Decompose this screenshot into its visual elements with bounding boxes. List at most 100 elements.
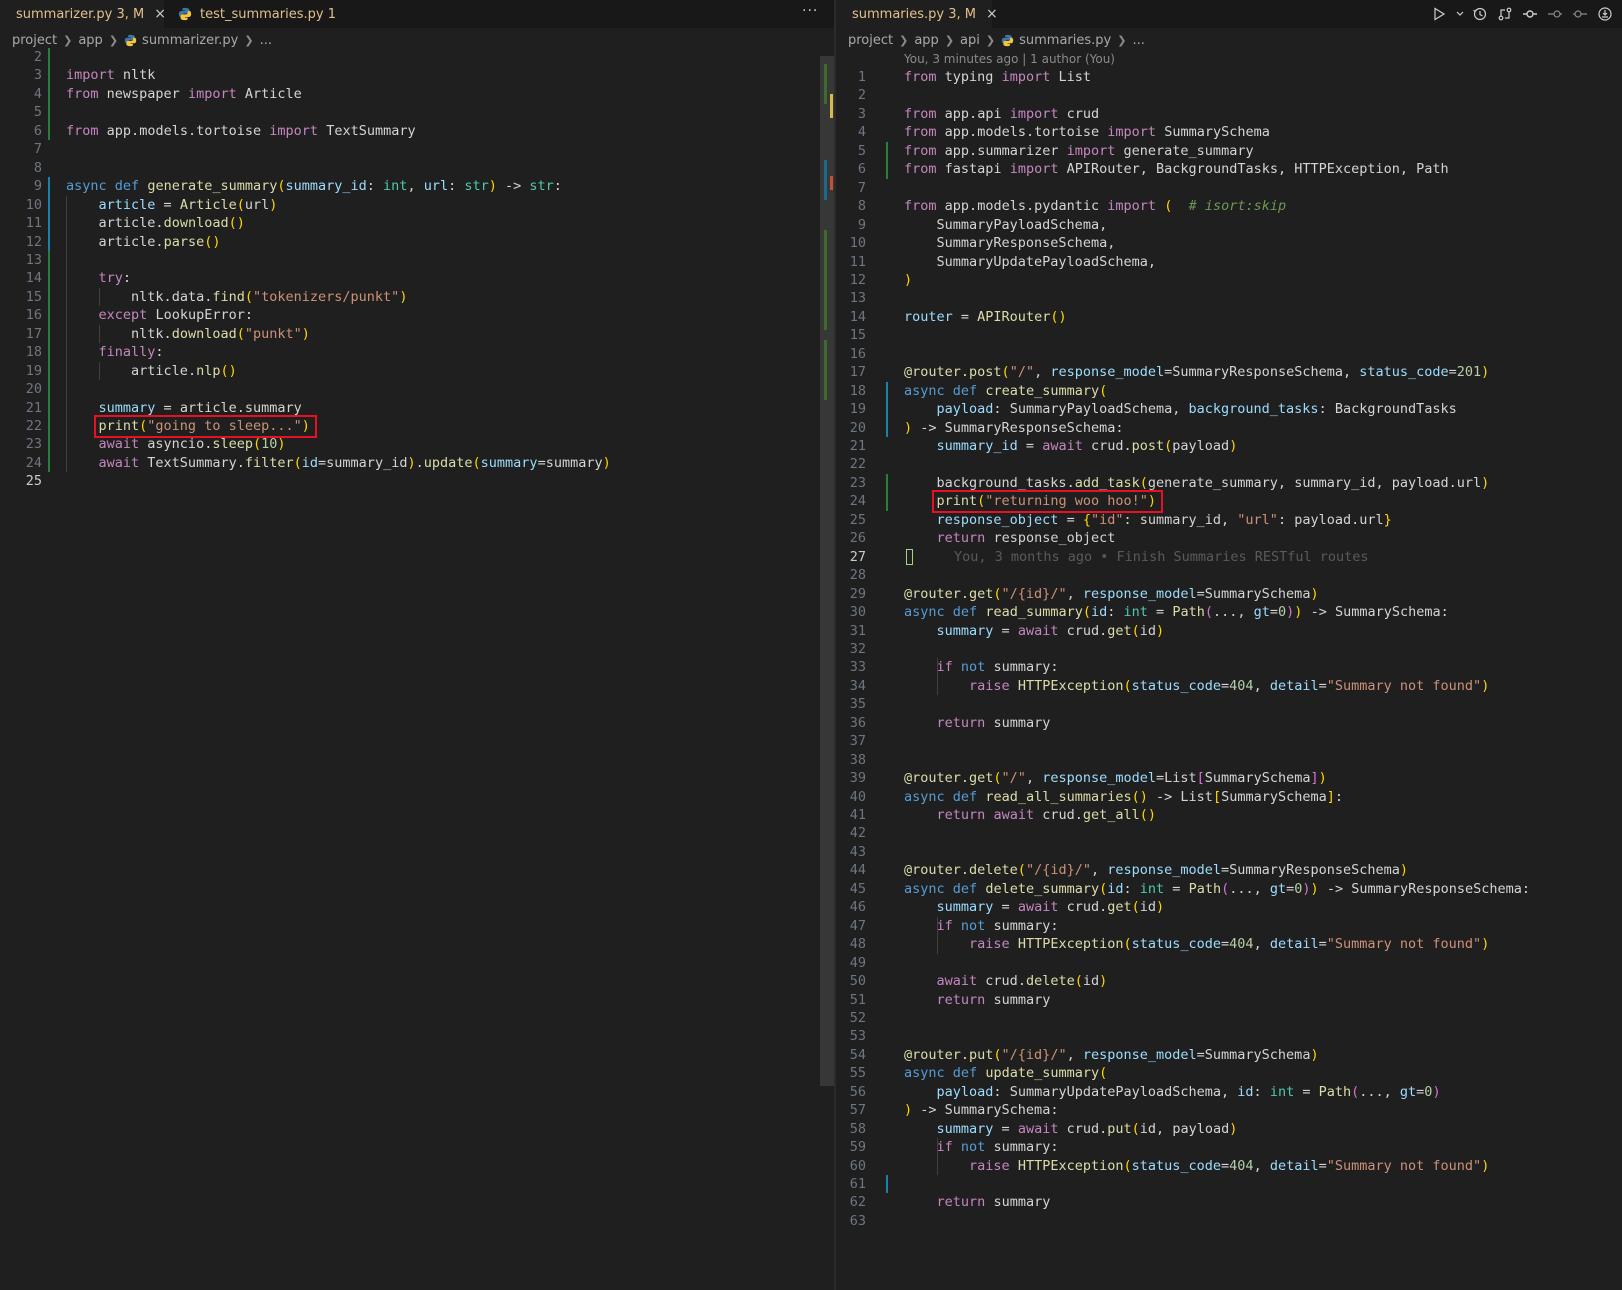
code-text[interactable]: print("returning woo hoo!") — [904, 492, 1156, 511]
code-line[interactable]: 30 async def read_summary(id: int = Path(… — [836, 603, 1622, 622]
code-text[interactable]: return await crud.get_all() — [904, 806, 1157, 825]
breadcrumb-item[interactable]: ... — [260, 33, 272, 48]
code-line[interactable]: 8 from app.models.pydantic import ( # iso… — [836, 197, 1622, 216]
code-text[interactable]: from app.models.tortoise import TextSumm… — [66, 122, 416, 141]
code-line[interactable]: 31 summary = await crud.get(id) — [836, 622, 1622, 641]
code-text[interactable]: SummaryPayloadSchema, — [904, 216, 1108, 235]
blame-toggle-icon[interactable] — [1597, 6, 1613, 22]
code-line[interactable]: 25 — [0, 472, 818, 491]
gutter-change-indicator[interactable] — [886, 473, 888, 511]
previous-change-icon[interactable] — [1547, 6, 1563, 22]
code-line[interactable]: 18 async def create_summary( — [836, 382, 1622, 401]
code-line[interactable]: 38 — [836, 751, 1622, 770]
code-line[interactable]: 59 if not summary: — [836, 1138, 1622, 1157]
code-line[interactable]: 7 — [836, 179, 1622, 198]
code-text[interactable]: nltk.download("punkt") — [66, 325, 310, 344]
code-text[interactable]: @router.delete("/{id}/", response_model=… — [904, 861, 1408, 880]
code-line[interactable]: 63 — [836, 1212, 1622, 1231]
code-text[interactable]: article.download() — [66, 214, 245, 233]
tab-summarizer-py[interactable]: summarizer.py 3, M × — [0, 0, 166, 28]
code-text[interactable]: response_object = {"id": summary_id, "ur… — [904, 511, 1392, 530]
code-text[interactable]: if not summary: — [904, 1138, 1059, 1157]
code-line[interactable]: 12 article.parse() — [0, 233, 818, 252]
code-line[interactable]: 20 — [0, 380, 818, 399]
code-line[interactable]: 56 payload: SummaryUpdatePayloadSchema, … — [836, 1083, 1622, 1102]
code-line[interactable]: 23 background_tasks.add_task(generate_su… — [836, 474, 1622, 493]
code-text[interactable]: summary_id = await crud.post(payload) — [904, 437, 1238, 456]
code-line[interactable]: 10 SummaryResponseSchema, — [836, 234, 1622, 253]
code-text[interactable]: return response_object — [904, 529, 1116, 548]
code-line[interactable]: 5 from app.summarizer import generate_sum… — [836, 142, 1622, 161]
code-line[interactable]: 27 You, 3 months ago • Finish Summaries R… — [836, 548, 1622, 567]
code-line[interactable]: 12) — [836, 271, 1622, 290]
code-line[interactable]: 52 — [836, 1009, 1622, 1028]
code-text[interactable]: raise HTTPException(status_code=404, det… — [904, 1157, 1489, 1176]
code-text[interactable]: from app.models.tortoise import SummaryS… — [904, 123, 1270, 142]
code-line[interactable]: 19 payload: SummaryPayloadSchema, backgr… — [836, 400, 1622, 419]
code-line[interactable]: 45 async def delete_summary(id: int = Pat… — [836, 880, 1622, 899]
code-line[interactable]: 8 — [0, 159, 818, 178]
code-line[interactable]: 60 raise HTTPException(status_code=404, … — [836, 1157, 1622, 1176]
code-line[interactable]: 16 — [836, 345, 1622, 364]
code-line[interactable]: 32 — [836, 640, 1622, 659]
code-line[interactable]: 29 @router.get("/{id}/", response_model=S… — [836, 585, 1622, 604]
code-line[interactable]: 11 article.download() — [0, 214, 818, 233]
code-text[interactable]: await TextSummary.filter(id=summary_id).… — [66, 454, 611, 473]
code-line[interactable]: 28 — [836, 566, 1622, 585]
code-line[interactable]: 13 — [836, 289, 1622, 308]
code-line[interactable]: 19 article.nlp() — [0, 362, 818, 381]
code-text[interactable]: payload: SummaryUpdatePayloadSchema, id:… — [904, 1083, 1441, 1102]
code-text[interactable]: await asyncio.sleep(10) — [66, 435, 286, 454]
code-line[interactable]: 62 return summary — [836, 1193, 1622, 1212]
code-text[interactable]: @router.put("/{id}/", response_model=Sum… — [904, 1046, 1319, 1065]
code-text[interactable]: raise HTTPException(status_code=404, det… — [904, 677, 1489, 696]
code-line[interactable]: 3 import nltk — [0, 66, 818, 85]
code-line[interactable]: 41 return await crud.get_all() — [836, 806, 1622, 825]
code-line[interactable]: 3 from app.api import crud — [836, 105, 1622, 124]
code-text[interactable]: return summary — [904, 714, 1051, 733]
code-text[interactable]: background_tasks.add_task(generate_summa… — [904, 474, 1490, 493]
code-line[interactable]: 5 — [0, 103, 818, 122]
code-line[interactable]: 48 raise HTTPException(status_code=404, … — [836, 935, 1622, 954]
code-text[interactable]: router = APIRouter() — [904, 308, 1067, 327]
code-line[interactable]: 34 raise HTTPException(status_code=404, … — [836, 677, 1622, 696]
code-text[interactable]: return summary — [904, 991, 1051, 1010]
code-line[interactable]: 6 from app.models.tortoise import TextSum… — [0, 122, 818, 141]
vertical-scrollbar[interactable] — [820, 56, 834, 1086]
close-tab-icon[interactable]: × — [154, 6, 166, 22]
code-text[interactable]: payload: SummaryPayloadSchema, backgroun… — [904, 400, 1457, 419]
code-line[interactable]: 2 — [836, 86, 1622, 105]
code-line[interactable]: 25 response_object = {"id": summary_id, … — [836, 511, 1622, 530]
code-line[interactable]: 4 from newspaper import Article — [0, 85, 818, 104]
code-line[interactable]: 53 — [836, 1027, 1622, 1046]
code-text[interactable]: @router.get("/", response_model=List[Sum… — [904, 769, 1327, 788]
code-line[interactable]: 39 @router.get("/", response_model=List[S… — [836, 769, 1622, 788]
code-text[interactable]: if not summary: — [904, 658, 1059, 677]
code-line[interactable]: 6 from fastapi import APIRouter, Backgrou… — [836, 160, 1622, 179]
code-editor[interactable]: 2 3 import nltk 4 from newspaper import Arti… — [0, 48, 818, 491]
code-line[interactable]: 54 @router.put("/{id}/", response_model=S… — [836, 1046, 1622, 1065]
gutter-change-indicator[interactable] — [886, 381, 888, 437]
compare-changes-icon[interactable] — [1497, 6, 1513, 22]
code-text[interactable]: article.parse() — [66, 233, 221, 252]
code-line[interactable]: 40 async def read_all_summaries() -> List… — [836, 788, 1622, 807]
tab-summaries-py[interactable]: summaries.py 3, M × — [836, 0, 998, 28]
code-text[interactable]: SummaryResponseSchema, — [904, 234, 1116, 253]
code-line[interactable]: 17 nltk.download("punkt") — [0, 325, 818, 344]
code-line[interactable]: 47 if not summary: — [836, 917, 1622, 936]
git-commit-icon[interactable] — [1522, 6, 1538, 22]
code-line[interactable]: 22 print("going to sleep...") — [0, 415, 818, 438]
code-line[interactable]: 17 @router.post("/", response_model=Summa… — [836, 363, 1622, 382]
code-line[interactable]: 37 — [836, 732, 1622, 751]
breadcrumb-item[interactable]: project — [848, 33, 893, 48]
more-actions-icon[interactable]: ··· — [802, 3, 818, 19]
code-text[interactable]: @router.get("/{id}/", response_model=Sum… — [904, 585, 1319, 604]
code-text[interactable]: from app.summarizer import generate_summ… — [904, 142, 1254, 161]
code-line[interactable]: 51 return summary — [836, 991, 1622, 1010]
code-text[interactable]: SummaryUpdatePayloadSchema, — [904, 253, 1156, 272]
code-text[interactable]: from typing import List — [904, 68, 1091, 87]
breadcrumb-item[interactable]: ... — [1132, 33, 1144, 48]
code-text[interactable]: return summary — [904, 1193, 1051, 1212]
code-line[interactable]: 15 nltk.data.find("tokenizers/punkt") — [0, 288, 818, 307]
scroll-thumb[interactable] — [820, 56, 834, 1086]
